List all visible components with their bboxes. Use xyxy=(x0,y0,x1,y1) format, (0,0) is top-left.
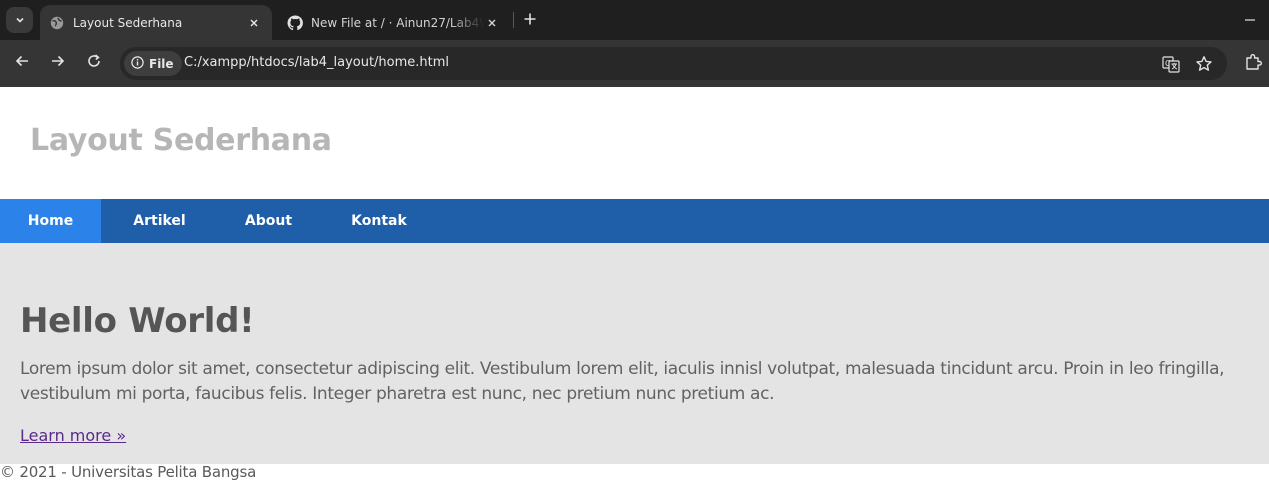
site-title: Layout Sederhana xyxy=(30,123,332,158)
web-page: Layout Sederhana Home Artikel About Kont… xyxy=(0,87,1269,498)
url-text[interactable]: C:/xampp/htdocs/lab4_layout/home.html xyxy=(184,55,449,70)
hero-body: Lorem ipsum dolor sit amet, consectetur … xyxy=(20,359,1225,404)
footer-text: © 2021 - Universitas Pelita Bangsa xyxy=(0,463,257,481)
close-icon[interactable] xyxy=(246,15,262,31)
site-nav: Home Artikel About Kontak xyxy=(0,199,1269,243)
tab-layout-sederhana[interactable]: Layout Sederhana xyxy=(40,5,272,40)
close-icon[interactable] xyxy=(484,15,500,31)
chip-label: File xyxy=(149,56,174,71)
reload-icon xyxy=(86,53,102,73)
tab-search-button[interactable] xyxy=(6,7,33,33)
bookmark-star-icon[interactable] xyxy=(1195,55,1213,73)
globe-icon xyxy=(49,15,65,31)
tab-separator xyxy=(513,12,514,28)
chevron-down-icon xyxy=(14,11,26,30)
nav-kontak[interactable]: Kontak xyxy=(337,199,421,243)
site-header: Layout Sederhana xyxy=(0,87,1269,199)
browser-toolbar: File C:/xampp/htdocs/lab4_layout/home.ht… xyxy=(0,40,1269,87)
nav-home[interactable]: Home xyxy=(0,199,101,243)
address-bar[interactable]: File C:/xampp/htdocs/lab4_layout/home.ht… xyxy=(120,47,1227,80)
tab-title: New File at / · Ainun27/Lab4Web xyxy=(311,15,484,30)
nav-about[interactable]: About xyxy=(230,199,307,243)
extensions-puzzle-icon[interactable] xyxy=(1243,52,1263,72)
site-info-chip[interactable]: File xyxy=(124,51,182,76)
reload-button[interactable] xyxy=(83,52,105,74)
hero-section: Hello World! Lorem ipsum dolor sit amet,… xyxy=(0,243,1269,464)
tab-title: Layout Sederhana xyxy=(73,15,183,30)
minimize-icon xyxy=(1244,11,1256,30)
tab-new-file-github[interactable]: New File at / · Ainun27/Lab4Web xyxy=(278,5,510,40)
github-icon xyxy=(287,14,303,31)
info-icon xyxy=(131,55,144,72)
minimize-window-button[interactable] xyxy=(1240,11,1260,29)
translate-icon[interactable]: G xyxy=(1162,55,1180,73)
hero-heading: Hello World! xyxy=(20,301,255,341)
browser-tab-strip: Layout Sederhana New File at / · Ainun27… xyxy=(0,0,1269,40)
plus-icon xyxy=(523,11,537,30)
nav-artikel[interactable]: Artikel xyxy=(119,199,200,243)
arrow-right-icon xyxy=(50,53,66,73)
forward-button[interactable] xyxy=(47,52,69,74)
learn-more-link[interactable]: Learn more » xyxy=(20,426,126,445)
arrow-left-icon xyxy=(14,53,30,73)
new-tab-button[interactable] xyxy=(519,9,541,31)
back-button[interactable] xyxy=(11,52,33,74)
